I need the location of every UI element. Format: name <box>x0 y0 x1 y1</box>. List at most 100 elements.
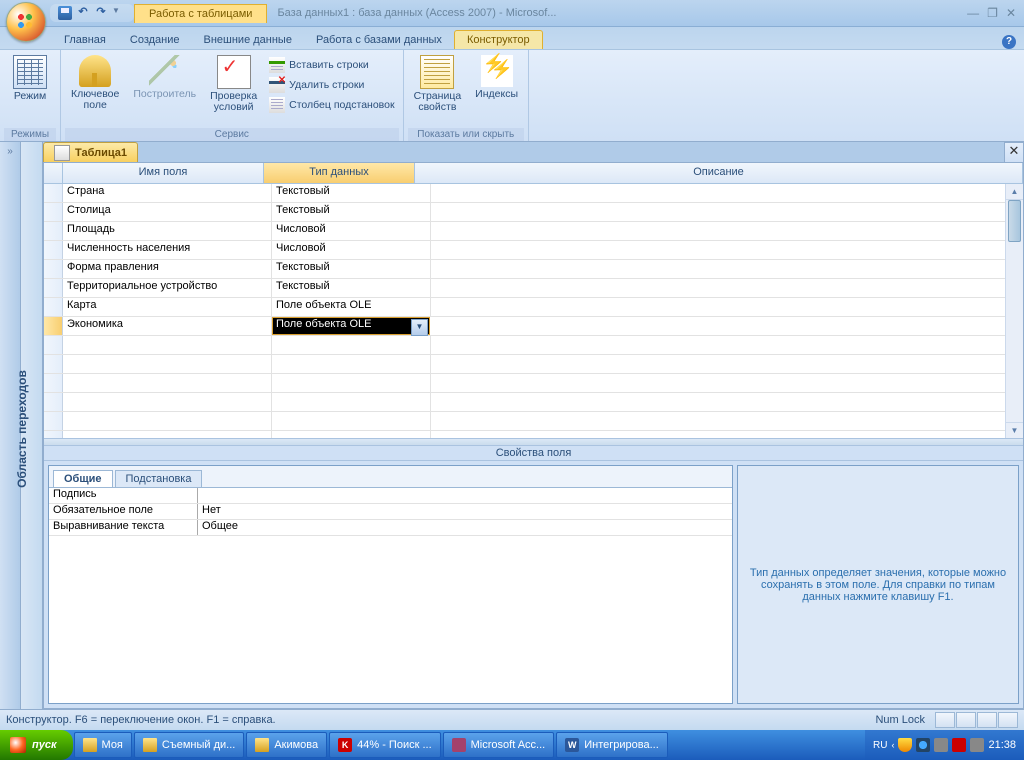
taskbar-button[interactable]: Моя <box>74 732 132 758</box>
tab-create[interactable]: Создание <box>118 31 192 49</box>
cell-data-type[interactable] <box>272 431 431 438</box>
row-selector[interactable] <box>44 431 63 438</box>
cell-field-name[interactable]: Площадь <box>63 222 272 240</box>
help-icon[interactable]: ? <box>1002 35 1016 49</box>
cell-field-name[interactable] <box>63 412 272 430</box>
property-value[interactable]: Нет <box>198 504 732 519</box>
table-row[interactable] <box>44 412 1023 431</box>
row-selector[interactable] <box>44 203 63 221</box>
column-header-field-name[interactable]: Имя поля <box>63 163 264 183</box>
row-selector[interactable] <box>44 412 63 430</box>
lookup-column-button[interactable]: Столбец подстановок <box>265 96 398 114</box>
minimize-icon[interactable]: — <box>967 6 979 20</box>
clock[interactable]: 21:38 <box>988 739 1016 751</box>
insert-rows-button[interactable]: Вставить строки <box>265 56 398 74</box>
close-icon[interactable]: ✕ <box>1006 6 1016 20</box>
cell-data-type[interactable]: Текстовый <box>272 260 431 278</box>
undo-icon[interactable]: ↶ <box>76 6 90 20</box>
builder-button[interactable]: Построитель <box>127 52 202 103</box>
network-icon[interactable] <box>916 738 930 752</box>
table-row[interactable]: СтранаТекстовый <box>44 184 1023 203</box>
kaspersky-icon[interactable] <box>952 738 966 752</box>
cell-description[interactable] <box>431 336 1006 354</box>
cell-field-name[interactable] <box>63 393 272 411</box>
office-button[interactable] <box>6 2 46 42</box>
row-selector[interactable] <box>44 298 63 316</box>
taskbar-button[interactable]: Интегрирова... <box>556 732 668 758</box>
document-tab[interactable]: Таблица1 <box>43 142 138 162</box>
cell-description[interactable] <box>431 241 1006 259</box>
splitter[interactable] <box>44 438 1023 446</box>
cell-description[interactable] <box>430 317 1006 335</box>
cell-field-name[interactable] <box>63 374 272 392</box>
view-shortcut-design[interactable] <box>998 712 1018 728</box>
scroll-up-icon[interactable]: ▲ <box>1006 184 1023 200</box>
property-row[interactable]: Выравнивание текстаОбщее <box>49 520 732 536</box>
row-selector[interactable] <box>44 241 63 259</box>
row-selector[interactable] <box>44 260 63 278</box>
row-selector[interactable] <box>44 184 63 202</box>
cell-description[interactable] <box>431 203 1006 221</box>
tray-icon[interactable] <box>970 738 984 752</box>
property-sheet-button[interactable]: Страница свойств <box>408 52 468 116</box>
tab-lookup[interactable]: Подстановка <box>115 470 203 487</box>
cell-field-name[interactable] <box>63 336 272 354</box>
taskbar-button[interactable]: Акимова <box>246 732 327 758</box>
navigation-pane-collapsed[interactable]: Область переходов <box>21 142 43 709</box>
tray-chevron-icon[interactable]: ‹ <box>891 740 894 750</box>
table-row[interactable]: СтолицаТекстовый <box>44 203 1023 222</box>
cell-description[interactable] <box>431 431 1006 438</box>
table-row[interactable] <box>44 336 1023 355</box>
property-row[interactable]: Обязательное полеНет <box>49 504 732 520</box>
document-close-button[interactable]: ✕ <box>1004 142 1024 162</box>
test-validation-button[interactable]: Проверка условий <box>204 52 263 116</box>
cell-field-name[interactable]: Страна <box>63 184 272 202</box>
view-shortcut-pivotchart[interactable] <box>977 712 997 728</box>
volume-icon[interactable] <box>934 738 948 752</box>
redo-icon[interactable]: ↷ <box>94 6 108 20</box>
cell-field-name[interactable]: Столица <box>63 203 272 221</box>
taskbar-button[interactable]: Microsoft Acc... <box>443 732 555 758</box>
cell-field-name[interactable]: Карта <box>63 298 272 316</box>
security-shield-icon[interactable] <box>898 738 912 752</box>
cell-description[interactable] <box>431 374 1006 392</box>
cell-description[interactable] <box>431 412 1006 430</box>
cell-description[interactable] <box>431 279 1006 297</box>
cell-data-type[interactable] <box>272 355 431 373</box>
cell-data-type[interactable]: Числовой <box>272 222 431 240</box>
property-value[interactable] <box>198 488 732 503</box>
cell-description[interactable] <box>431 184 1006 202</box>
cell-description[interactable] <box>431 393 1006 411</box>
table-row[interactable] <box>44 431 1023 438</box>
table-row[interactable]: Форма правленияТекстовый <box>44 260 1023 279</box>
table-row[interactable] <box>44 393 1023 412</box>
cell-field-name[interactable] <box>63 431 272 438</box>
primary-key-button[interactable]: Ключевое поле <box>65 52 125 114</box>
cell-data-type[interactable] <box>272 374 431 392</box>
table-row[interactable]: ПлощадьЧисловой <box>44 222 1023 241</box>
view-shortcut-pivottable[interactable] <box>956 712 976 728</box>
cell-data-type[interactable] <box>272 336 431 354</box>
view-shortcut-datasheet[interactable] <box>935 712 955 728</box>
indexes-button[interactable]: Индексы <box>469 52 524 103</box>
view-button[interactable]: Режим <box>4 52 56 105</box>
dropdown-icon[interactable]: ▼ <box>411 319 428 336</box>
cell-description[interactable] <box>431 260 1006 278</box>
cell-data-type[interactable] <box>272 393 431 411</box>
cell-data-type[interactable]: Поле объекта OLE▼ <box>272 317 430 335</box>
restore-icon[interactable]: ❐ <box>987 6 998 20</box>
column-header-description[interactable]: Описание <box>415 163 1023 183</box>
cell-field-name[interactable] <box>63 355 272 373</box>
tab-home[interactable]: Главная <box>52 31 118 49</box>
cell-data-type[interactable]: Числовой <box>272 241 431 259</box>
cell-field-name[interactable]: Экономика <box>63 317 272 335</box>
column-header-data-type[interactable]: Тип данных <box>264 163 415 183</box>
properties-grid[interactable]: ПодписьОбязательное полеНетВыравнивание … <box>49 487 732 703</box>
grid-body[interactable]: СтранаТекстовыйСтолицаТекстовыйПлощадьЧи… <box>44 184 1023 438</box>
cell-description[interactable] <box>431 298 1006 316</box>
cell-field-name[interactable]: Форма правления <box>63 260 272 278</box>
cell-data-type[interactable]: Текстовый <box>272 203 431 221</box>
start-button[interactable]: пуск <box>0 730 73 760</box>
row-selector[interactable] <box>44 393 63 411</box>
cell-data-type[interactable]: Текстовый <box>272 279 431 297</box>
